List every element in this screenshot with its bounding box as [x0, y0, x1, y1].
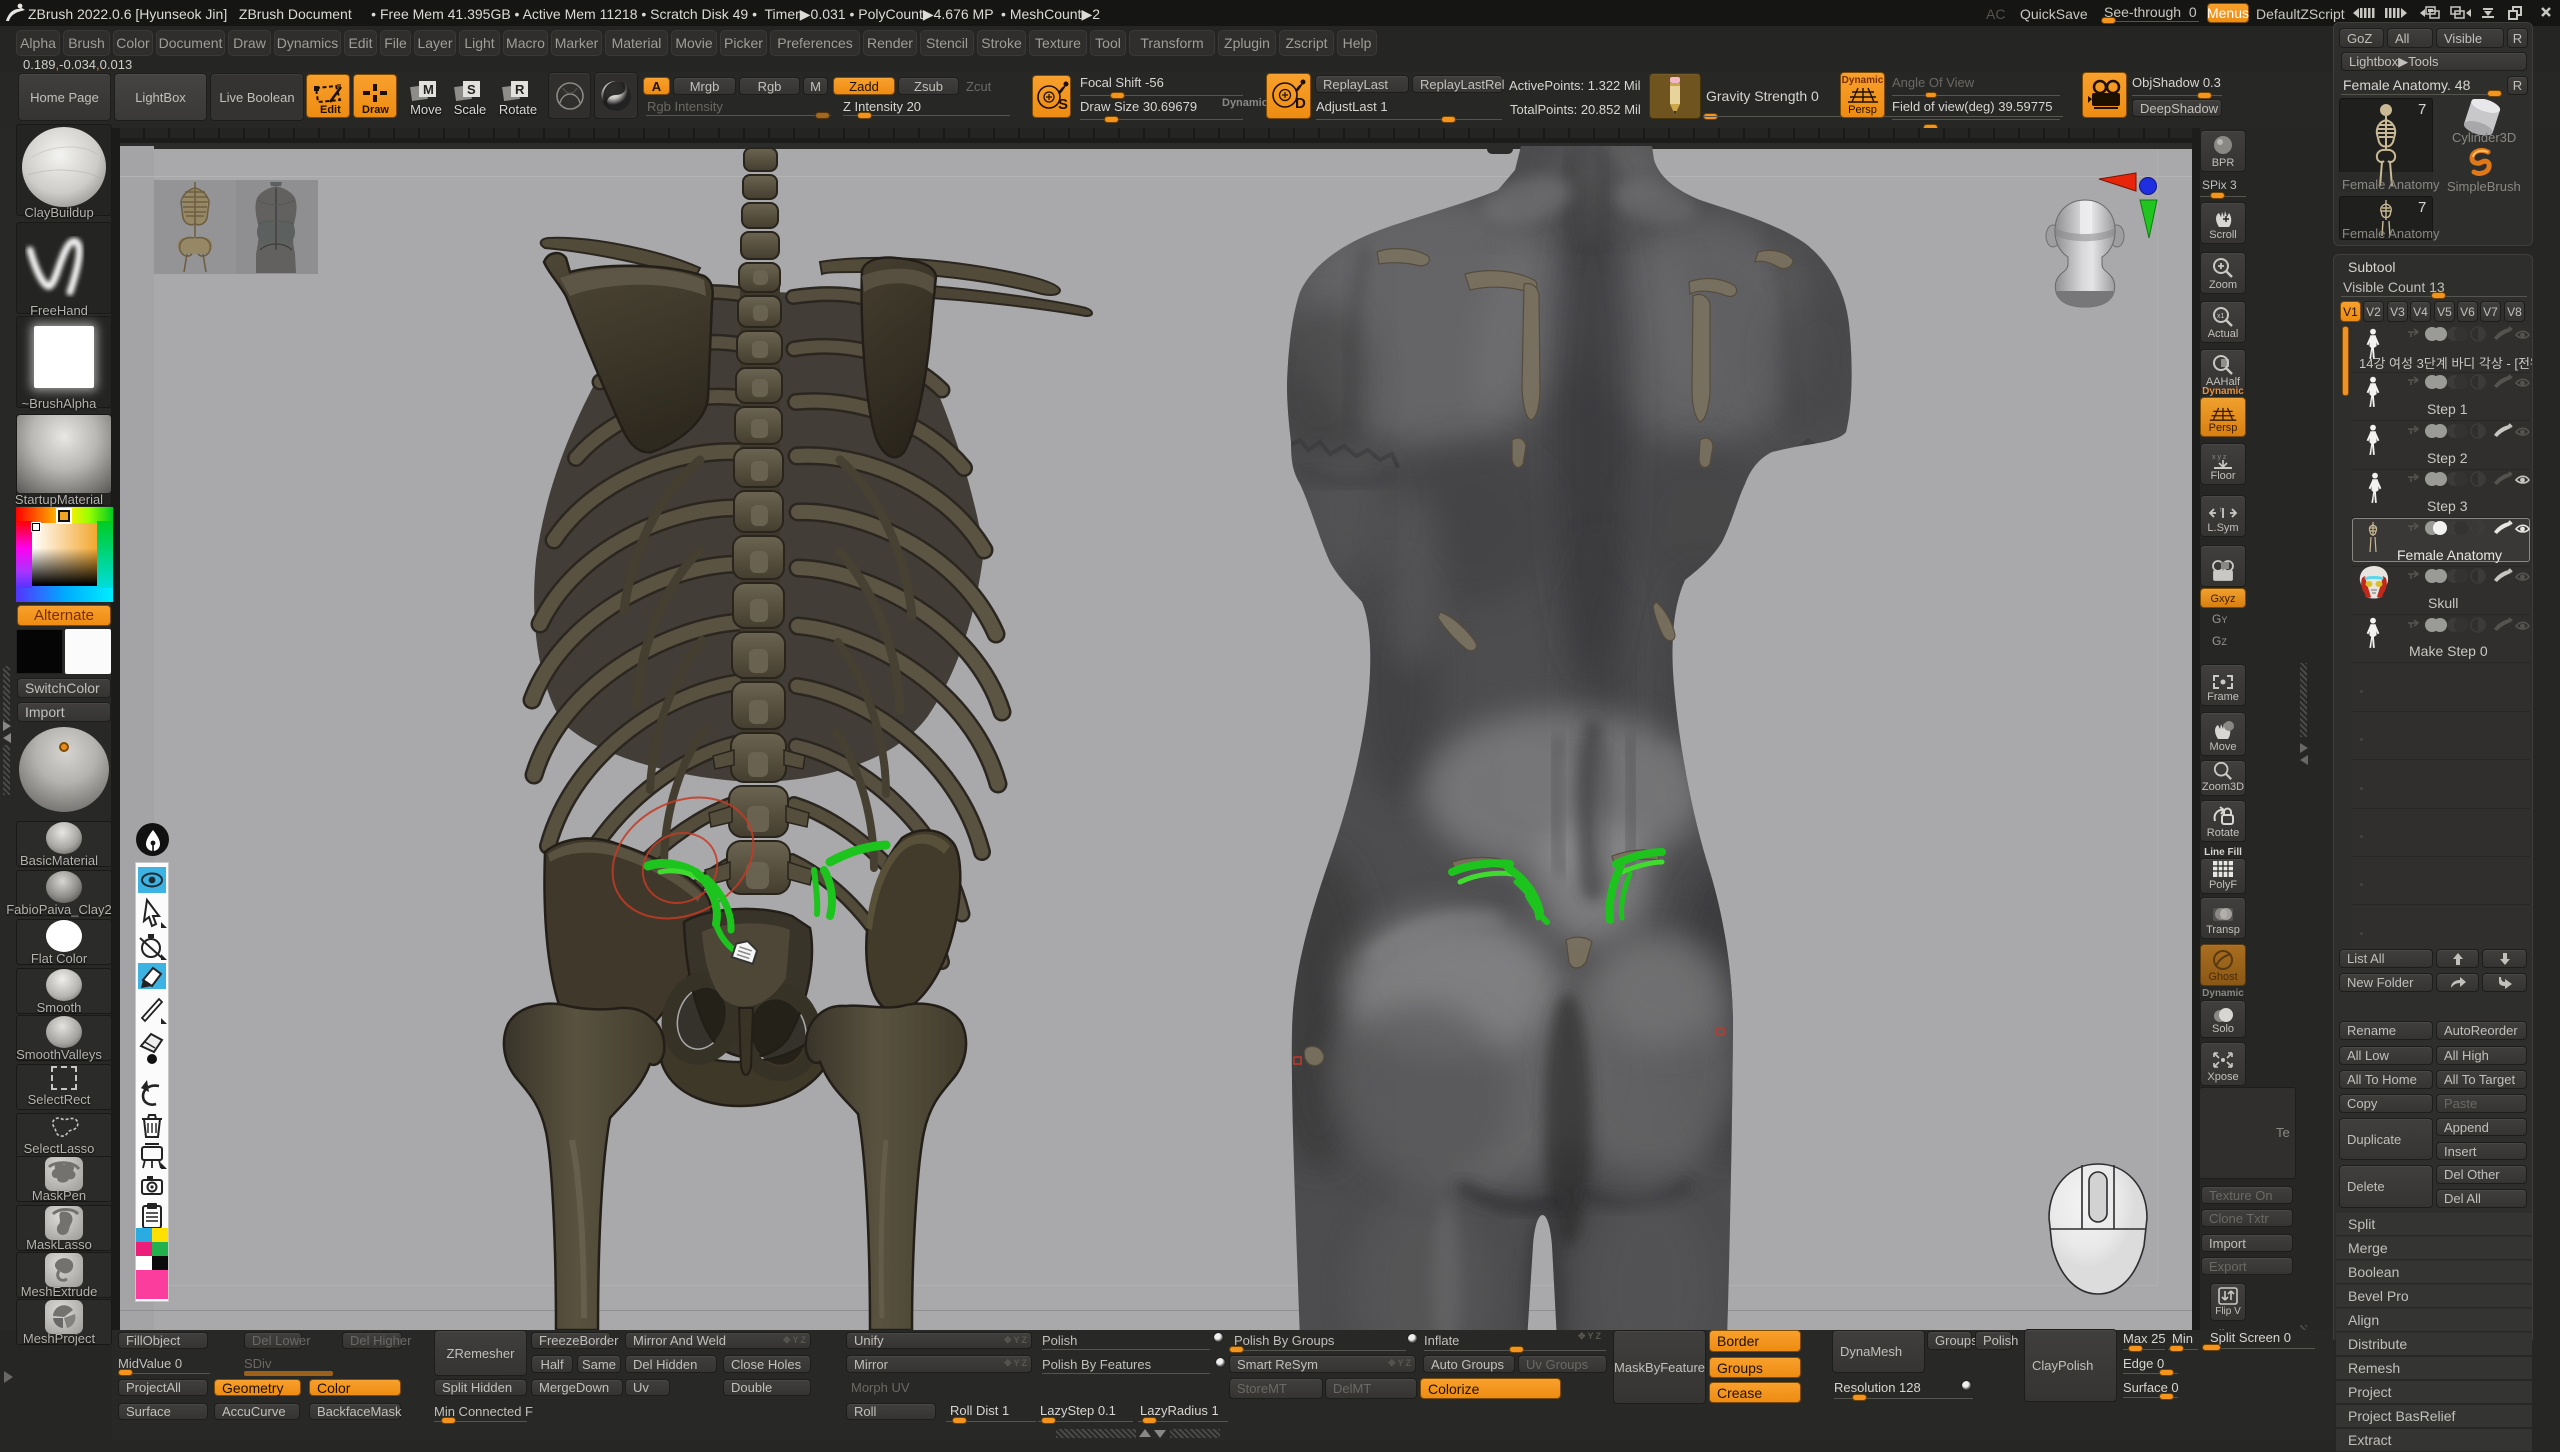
svg-text:S: S [467, 82, 476, 97]
svg-text:x y z: x y z [2212, 454, 2227, 461]
svg-text:!: ! [2220, 508, 2222, 514]
svg-text:Move: Move [410, 102, 442, 117]
svg-text:Draw: Draw [362, 104, 389, 116]
svg-text:Rotate: Rotate [499, 102, 537, 117]
svg-text:M: M [423, 82, 434, 97]
svg-text:Scale: Scale [454, 102, 487, 117]
svg-text:R: R [515, 82, 525, 97]
svg-text:x1: x1 [2217, 313, 2225, 320]
svg-text:D: D [1295, 95, 1306, 112]
svg-text:Edit: Edit [320, 104, 341, 116]
svg-text:S: S [1058, 96, 1068, 113]
